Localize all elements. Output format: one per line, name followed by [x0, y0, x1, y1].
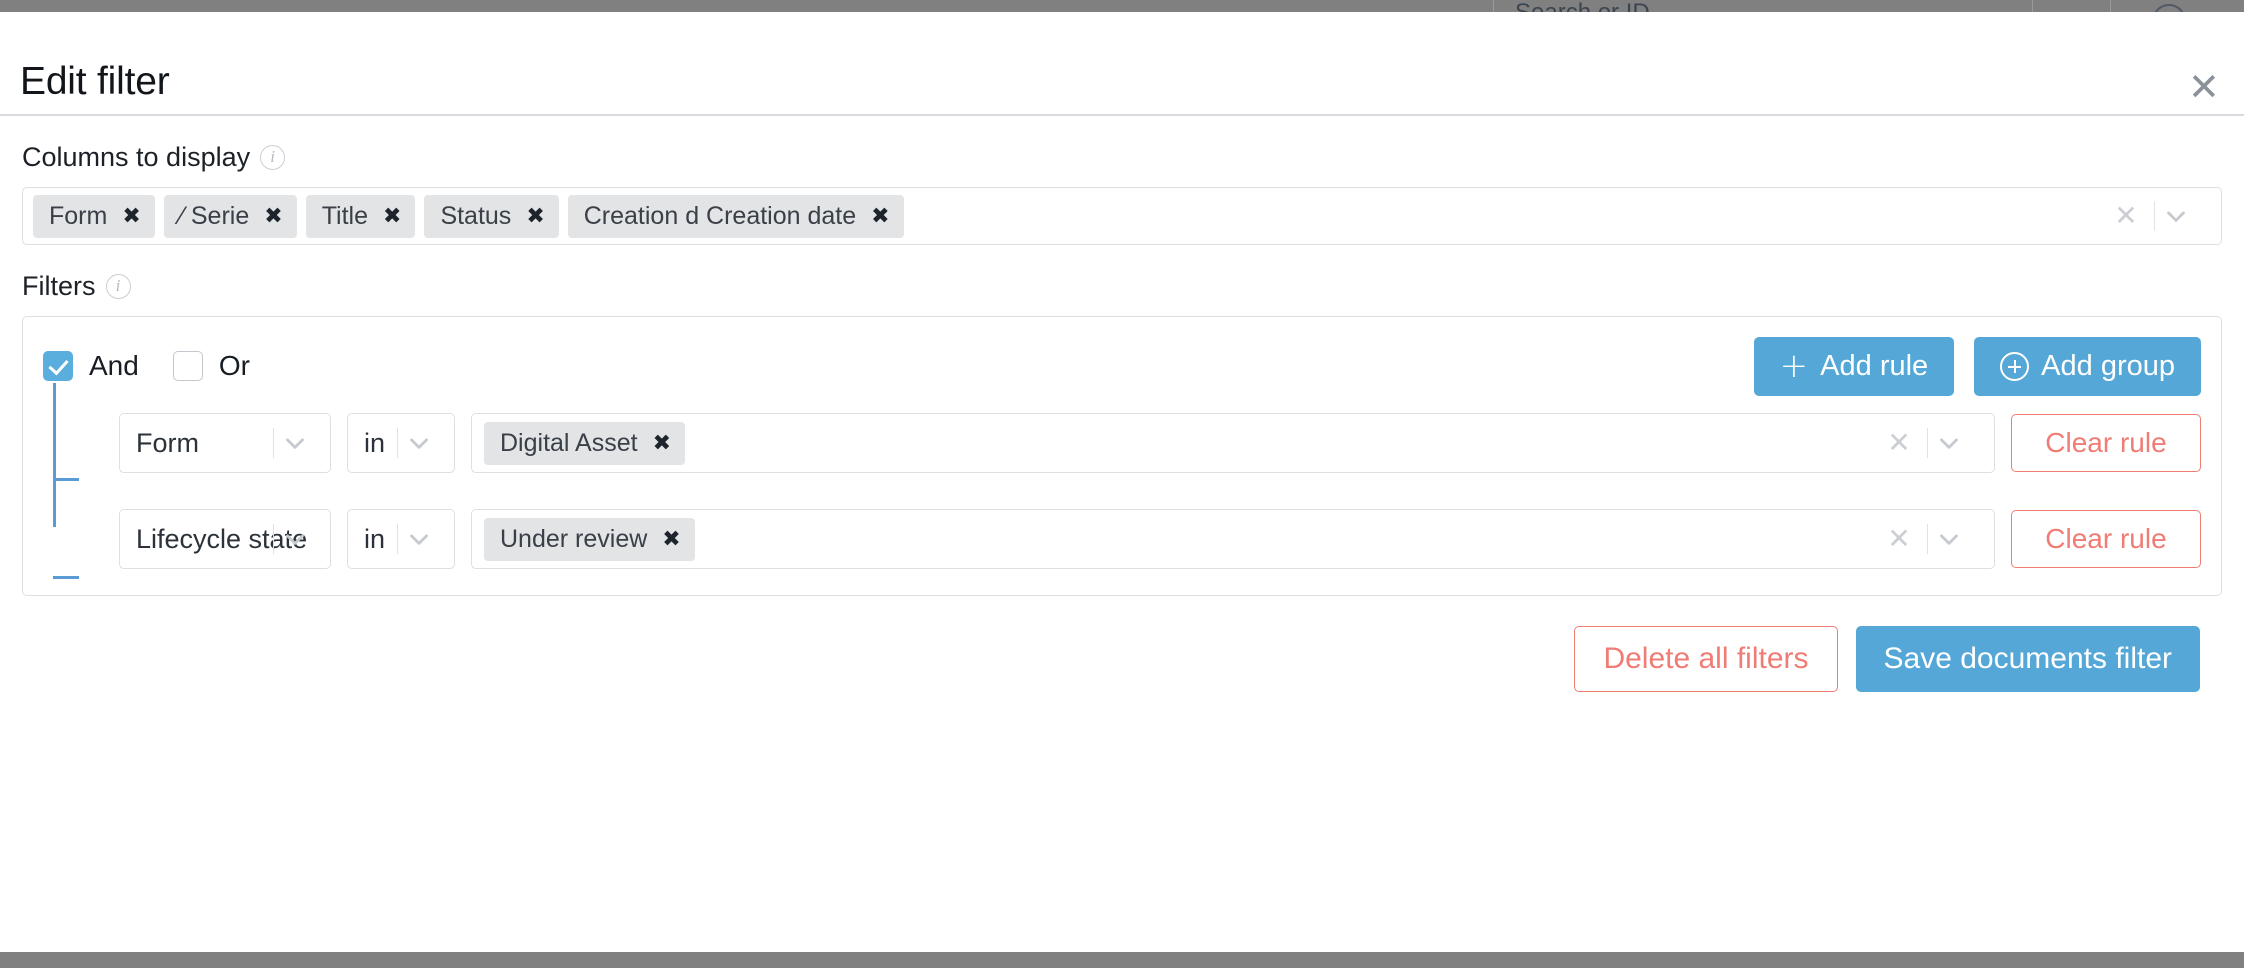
rule-field-select[interactable]: Lifecycle state: [119, 509, 331, 569]
rule-operator-value: in: [364, 523, 386, 554]
add-group-label: Add group: [2041, 350, 2175, 382]
field-chevron-down-icon[interactable]: [280, 524, 322, 554]
remove-tag-icon[interactable]: ✖: [871, 204, 889, 229]
columns-multiselect-actions: ✕: [2104, 201, 2207, 231]
delete-all-filters-button[interactable]: Delete all filters: [1574, 626, 1838, 692]
rule-value-multiselect[interactable]: Under review ✖ ✕: [471, 509, 1995, 569]
column-tag[interactable]: Status ✖: [424, 194, 559, 238]
add-rule-button[interactable]: + Add rule: [1753, 337, 1955, 396]
filter-group: And Or + Add rule Add group Form in Digi…: [22, 316, 2222, 596]
plus-icon: +: [1779, 345, 1809, 386]
column-tag-label: Creation d Creation date: [583, 201, 857, 230]
field-chevron-down-icon[interactable]: [280, 428, 322, 458]
filter-rule-row: Lifecycle state in Under review ✖ ✕ Clea…: [119, 509, 2201, 569]
value-tag[interactable]: Under review ✖: [484, 517, 695, 561]
info-icon[interactable]: i: [105, 274, 131, 299]
select-actions: [397, 524, 446, 554]
clear-rule-button[interactable]: Clear rule: [2011, 414, 2201, 472]
select-actions: [273, 428, 322, 458]
operator-chevron-down-icon[interactable]: [404, 428, 446, 458]
value-multiselect-actions: ✕: [1877, 524, 1980, 554]
filter-rule-row: Form in Digital Asset ✖ ✕ Clear rule: [119, 413, 2201, 473]
divider: [1927, 428, 1928, 458]
column-tag[interactable]: Form ✖: [33, 194, 155, 238]
rule-operator-select[interactable]: in: [347, 509, 455, 569]
modal-header: Edit filter ✕: [0, 12, 2244, 116]
column-tag[interactable]: Creation d Creation date ✖: [567, 194, 904, 238]
remove-tag-icon[interactable]: ✖: [383, 204, 401, 229]
divider: [1927, 524, 1928, 554]
modal-body: Columns to display i Form ✖ ⁄ Serie ✖ Ti…: [0, 142, 2244, 692]
remove-tag-icon[interactable]: ✖: [122, 204, 140, 229]
clear-all-columns-icon[interactable]: ✕: [2104, 202, 2148, 230]
or-checkbox[interactable]: [172, 351, 203, 381]
column-tag-label: ⁄ Serie: [179, 201, 250, 230]
page-title: Edit filter: [20, 60, 170, 103]
divider: [397, 428, 398, 458]
column-tag-label: Title: [321, 201, 368, 230]
info-icon[interactable]: i: [260, 145, 286, 170]
edit-filter-modal: Edit filter ✕ Columns to display i Form …: [0, 12, 2244, 952]
divider: [273, 524, 274, 554]
clear-values-icon[interactable]: ✕: [1877, 429, 1921, 457]
select-actions: [273, 524, 322, 554]
operator-chevron-down-icon[interactable]: [404, 524, 446, 554]
plus-circle-icon: [2000, 352, 2030, 381]
rule-field-value: Form: [136, 427, 199, 458]
columns-to-display-label: Columns to display i: [22, 142, 2222, 173]
group-action-buttons: + Add rule Add group: [1753, 337, 2201, 396]
add-rule-label: Add rule: [1820, 350, 1929, 382]
rule-operator-select[interactable]: in: [347, 413, 455, 473]
filters-text: Filters: [22, 271, 96, 301]
remove-tag-icon[interactable]: ✖: [526, 204, 544, 229]
and-checkbox[interactable]: [43, 351, 73, 381]
value-multiselect-actions: ✕: [1877, 428, 1980, 458]
remove-tag-icon[interactable]: ✖: [662, 527, 680, 552]
remove-tag-icon[interactable]: ✖: [653, 431, 671, 456]
add-group-button[interactable]: Add group: [1974, 337, 2201, 396]
clear-values-icon[interactable]: ✕: [1877, 525, 1921, 553]
rule-field-select[interactable]: Form: [119, 413, 331, 473]
divider: [397, 524, 398, 554]
rule-operator-value: in: [364, 427, 386, 458]
save-documents-filter-button[interactable]: Save documents filter: [1855, 626, 2200, 692]
column-tag-label: Status: [440, 201, 512, 230]
value-tag[interactable]: Digital Asset ✖: [484, 421, 685, 465]
select-actions: [397, 428, 446, 458]
columns-multiselect[interactable]: Form ✖ ⁄ Serie ✖ Title ✖ Status ✖ Creati…: [22, 187, 2222, 245]
tree-branch: [53, 576, 79, 579]
rule-value-multiselect[interactable]: Digital Asset ✖ ✕: [471, 413, 1995, 473]
column-tag[interactable]: ⁄ Serie ✖: [163, 194, 297, 238]
columns-chevron-down-icon[interactable]: [2161, 201, 2207, 231]
clear-rule-button[interactable]: Clear rule: [2011, 510, 2201, 568]
divider: [273, 428, 274, 458]
remove-tag-icon[interactable]: ✖: [264, 204, 282, 229]
divider: [2154, 201, 2155, 231]
columns-to-display-text: Columns to display: [22, 142, 251, 172]
filter-group-header: And Or + Add rule Add group: [43, 335, 2201, 397]
value-tag-label: Digital Asset: [500, 428, 638, 457]
modal-footer: Delete all filters Save documents filter: [22, 596, 2222, 692]
close-icon[interactable]: ✕: [2188, 68, 2222, 106]
tree-branch: [53, 478, 79, 481]
value-chevron-down-icon[interactable]: [1934, 428, 1980, 458]
value-tag-label: Under review: [500, 524, 648, 553]
or-label: Or: [218, 350, 250, 381]
column-tag-label: Form: [49, 201, 108, 230]
and-label: And: [89, 350, 139, 381]
app-bottom-bar: ▾ / 1 ▾: [0, 950, 2244, 968]
column-tag[interactable]: Title ✖: [305, 194, 416, 238]
value-chevron-down-icon[interactable]: [1934, 524, 1980, 554]
tree-spine: [53, 383, 56, 527]
filters-label: Filters i: [22, 271, 2222, 302]
